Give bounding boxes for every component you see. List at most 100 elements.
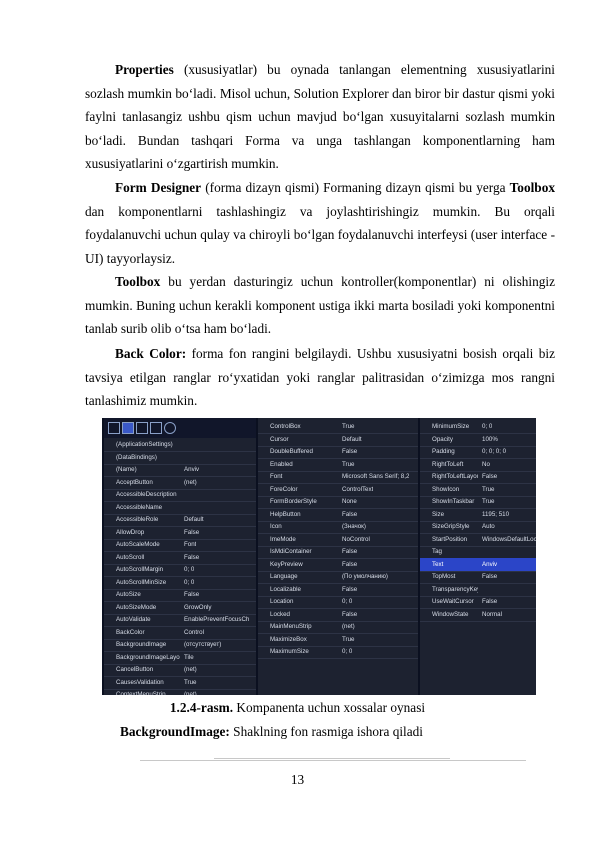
term-toolbox-inline: Toolbox xyxy=(509,180,555,195)
categorized-icon[interactable] xyxy=(108,422,120,434)
property-value[interactable]: False xyxy=(482,595,497,608)
property-value[interactable]: False xyxy=(342,545,357,558)
property-value[interactable]: (net) xyxy=(184,663,197,676)
property-value[interactable]: True xyxy=(482,483,495,496)
property-value[interactable]: 0; 0 xyxy=(342,645,352,658)
property-value[interactable]: GrowOnly xyxy=(184,601,212,614)
property-value[interactable]: False xyxy=(184,588,199,601)
property-name: AccessibleName xyxy=(116,503,163,511)
text-background-image: Shaklning fon rasmiga ishora qiladi xyxy=(229,724,423,739)
property-value[interactable]: True xyxy=(184,676,197,689)
property-value[interactable]: False xyxy=(184,551,199,564)
property-name: AllowDrop xyxy=(116,528,145,536)
property-value[interactable]: False xyxy=(342,445,357,458)
property-name: Padding xyxy=(432,448,455,455)
property-name: Tag xyxy=(432,548,442,555)
property-value[interactable]: Microsoft Sans Serif; 8,2 xyxy=(342,470,409,483)
property-name: AutoSize xyxy=(116,591,141,598)
property-name: Language xyxy=(270,573,298,580)
search-icon[interactable] xyxy=(164,422,176,434)
term-background-image: BackgroundImage: xyxy=(120,724,230,739)
property-name: RightToLeft xyxy=(432,460,464,468)
property-value[interactable]: False xyxy=(342,608,357,621)
property-value[interactable]: False xyxy=(342,558,357,571)
property-name: Text xyxy=(432,560,444,568)
property-value[interactable]: EnablePreventFocusCh xyxy=(184,613,249,626)
property-value[interactable]: Anviv xyxy=(184,463,199,476)
term-back-color: Back Color: xyxy=(115,346,187,361)
property-value[interactable]: False xyxy=(482,470,497,483)
property-value[interactable]: True xyxy=(482,495,495,508)
property-value[interactable]: ControlText xyxy=(342,483,373,496)
property-name: HelpButton xyxy=(270,510,301,518)
property-name: ControlBox xyxy=(270,423,301,430)
property-value[interactable]: False xyxy=(342,583,357,596)
property-name: Font xyxy=(270,473,283,480)
property-value[interactable]: (net) xyxy=(342,620,355,633)
property-value[interactable]: (отсутствует) xyxy=(184,638,221,651)
text-form-designer-tail: dan komponentlarni tashlashingiz va joyl… xyxy=(85,203,555,266)
property-name: CancelButton xyxy=(116,666,154,673)
property-name: AcceptButton xyxy=(116,478,153,486)
property-value[interactable]: (net) xyxy=(184,688,197,695)
property-value[interactable]: Default xyxy=(342,433,362,446)
property-value[interactable]: Font xyxy=(184,538,196,551)
property-value[interactable]: Tile xyxy=(184,651,194,664)
properties-icon[interactable] xyxy=(136,422,148,434)
property-value[interactable]: 0; 0 xyxy=(184,576,194,589)
property-value[interactable]: Anviv xyxy=(482,558,497,571)
property-value[interactable]: 1195; 510 xyxy=(482,508,509,521)
footer-divider-short xyxy=(214,758,450,759)
property-name: AccessibleRole xyxy=(116,516,159,523)
alphabetical-icon[interactable] xyxy=(122,422,134,434)
figure-caption: 1.2.4-rasm. Kompanenta uchun xossalar oy… xyxy=(0,700,595,716)
property-row[interactable]: ContextMenuStrip (net) xyxy=(104,688,256,695)
property-name: Enabled xyxy=(270,460,293,468)
property-value[interactable]: (net) xyxy=(184,476,197,489)
property-name: MinimumSize xyxy=(432,423,470,430)
property-name: Locked xyxy=(270,610,290,618)
property-name: ForeColor xyxy=(270,485,298,493)
property-name: AutoValidate xyxy=(116,616,151,623)
property-value[interactable]: True xyxy=(342,420,355,433)
property-value[interactable]: Normal xyxy=(482,608,502,621)
property-value[interactable]: None xyxy=(342,495,357,508)
property-value[interactable]: True xyxy=(342,633,355,646)
property-value[interactable]: 0; 0 xyxy=(184,563,194,576)
property-name: TransparencyKey xyxy=(432,585,478,593)
property-value[interactable]: True xyxy=(342,458,355,471)
property-name: Location xyxy=(270,598,294,605)
paragraph-properties: Properties (xususiyatlar) bu oynada tanl… xyxy=(85,58,555,176)
property-value[interactable]: Control xyxy=(184,626,204,639)
property-value[interactable]: (Значок) xyxy=(342,520,366,533)
property-value[interactable]: 0; 0 xyxy=(342,595,352,608)
property-value[interactable]: Default xyxy=(184,513,204,526)
property-value[interactable]: Auto xyxy=(482,520,495,533)
property-name: ShowInTaskbar xyxy=(432,498,475,505)
property-value[interactable]: False xyxy=(184,526,199,539)
property-name: WindowState xyxy=(432,610,469,618)
property-value[interactable]: 100% xyxy=(482,433,498,446)
property-value[interactable]: No xyxy=(482,458,490,471)
term-properties: Properties xyxy=(115,62,174,77)
property-value[interactable]: WindowsDefaultLocati xyxy=(482,533,536,546)
property-name: BackgroundImageLayo xyxy=(116,653,180,661)
property-name: (ApplicationSettings) xyxy=(116,441,173,448)
property-row[interactable]: WindowState Normal xyxy=(420,608,536,622)
property-name: MainMenuStrip xyxy=(270,623,312,630)
property-value[interactable]: (По умолчанию) xyxy=(342,570,388,583)
property-name: MaximizeBox xyxy=(270,635,307,643)
property-name: FormBorderStyle xyxy=(270,498,317,505)
caption-number: 1.2.4-rasm. xyxy=(169,700,234,715)
property-name: RightToLeftLayout xyxy=(432,473,478,480)
events-icon[interactable] xyxy=(150,422,162,434)
property-value[interactable]: False xyxy=(482,570,497,583)
property-value[interactable]: NoControl xyxy=(342,533,370,546)
property-name: (Name) xyxy=(116,466,137,473)
property-value[interactable]: False xyxy=(342,508,357,521)
text-properties: (xususiyatlar) bu oynada tanlangan eleme… xyxy=(85,62,555,172)
property-name: (DataBindings) xyxy=(116,453,157,461)
property-value[interactable]: 0; 0 xyxy=(482,420,492,433)
property-value[interactable]: 0; 0; 0; 0 xyxy=(482,445,506,458)
property-row[interactable]: MaximumSize 0; 0 xyxy=(258,645,418,659)
